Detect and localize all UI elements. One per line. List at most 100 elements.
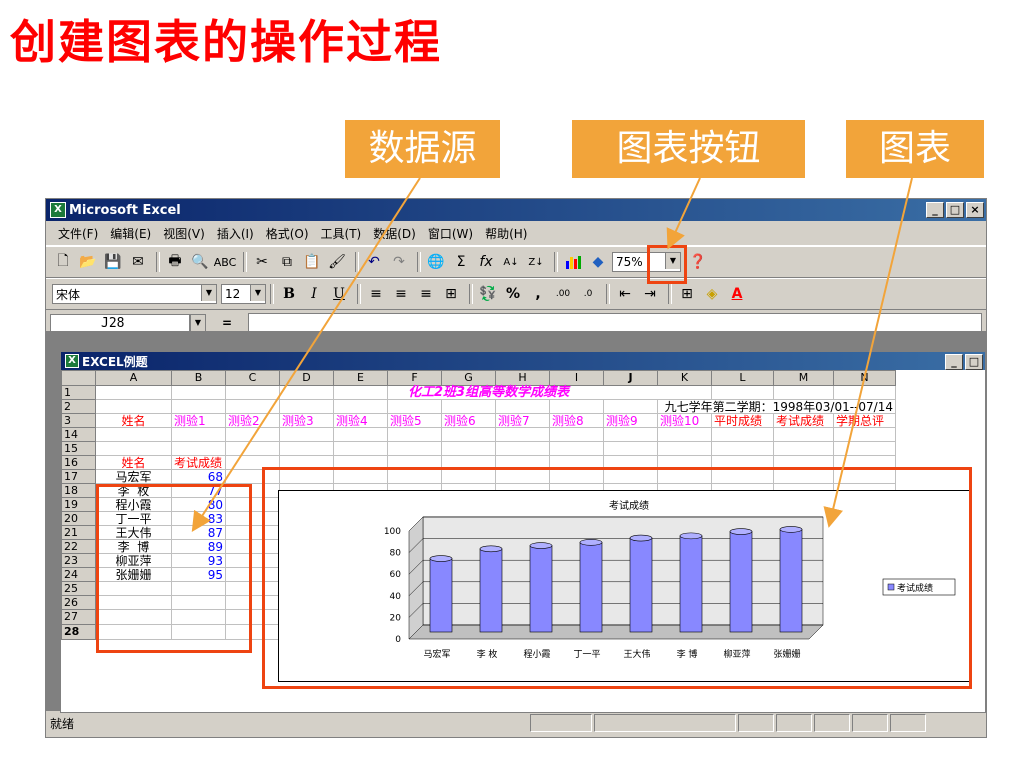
column-header[interactable]: J: [603, 370, 658, 386]
row-header[interactable]: 27: [61, 609, 96, 625]
formula-equals[interactable]: =: [212, 316, 242, 330]
row-header[interactable]: 24: [61, 567, 96, 582]
currency-icon[interactable]: 💱: [477, 283, 499, 305]
column-header[interactable]: C: [225, 370, 280, 386]
column-header[interactable]: M: [773, 370, 834, 386]
row-header[interactable]: 14: [61, 427, 96, 442]
open-icon[interactable]: 📂: [77, 251, 99, 273]
column-header[interactable]: F: [387, 370, 442, 386]
row-header[interactable]: 1: [61, 385, 96, 400]
increase-indent-icon[interactable]: ⇥: [639, 283, 661, 305]
menu-edit[interactable]: 编辑(E): [104, 225, 157, 242]
data-header-score[interactable]: 考试成绩: [171, 455, 226, 470]
maximize-button[interactable]: □: [946, 202, 964, 218]
row-header[interactable]: 2: [61, 399, 96, 414]
email-icon[interactable]: ✉: [127, 251, 149, 273]
increase-decimal-icon[interactable]: .00: [552, 283, 574, 305]
row-header[interactable]: 19: [61, 497, 96, 512]
column-header[interactable]: I: [549, 370, 604, 386]
merge-center-icon[interactable]: ⊞: [440, 283, 462, 305]
decrease-decimal-icon[interactable]: .0: [577, 283, 599, 305]
help-icon[interactable]: ❓: [687, 251, 709, 273]
column-header[interactable]: K: [657, 370, 712, 386]
align-center-icon[interactable]: ≡: [390, 283, 412, 305]
row-header[interactable]: 3: [61, 413, 96, 428]
column-header[interactable]: L: [711, 370, 774, 386]
redo-icon[interactable]: ↷: [388, 251, 410, 273]
menu-window[interactable]: 窗口(W): [422, 225, 479, 242]
name-box[interactable]: J28: [50, 314, 190, 332]
header-cell[interactable]: 测验4: [333, 413, 388, 428]
undo-icon[interactable]: ↶: [363, 251, 385, 273]
header-cell[interactable]: 测验2: [225, 413, 280, 428]
fill-color-icon[interactable]: ◈: [701, 283, 723, 305]
minimize-button[interactable]: _: [926, 202, 944, 218]
print-preview-icon[interactable]: 🔍: [189, 251, 211, 273]
header-cell[interactable]: 考试成绩: [773, 413, 834, 428]
header-cell[interactable]: 测验7: [495, 413, 550, 428]
underline-icon[interactable]: U: [328, 283, 350, 305]
header-cell[interactable]: 学期总评: [833, 413, 896, 428]
format-painter-icon[interactable]: 🖌: [326, 251, 348, 273]
data-header-name[interactable]: 姓名: [95, 455, 172, 470]
row-header[interactable]: 15: [61, 441, 96, 456]
italic-icon[interactable]: I: [303, 283, 325, 305]
header-cell[interactable]: 测验6: [441, 413, 496, 428]
student-name[interactable]: 马宏军: [95, 469, 172, 484]
header-cell[interactable]: 平时成绩: [711, 413, 774, 428]
column-header[interactable]: H: [495, 370, 550, 386]
align-left-icon[interactable]: ≡: [365, 283, 387, 305]
select-all-corner[interactable]: [61, 370, 96, 386]
row-header[interactable]: 17: [61, 469, 96, 484]
cut-icon[interactable]: ✂: [251, 251, 273, 273]
hyperlink-icon[interactable]: 🌐: [425, 251, 447, 273]
menu-insert[interactable]: 插入(I): [211, 225, 260, 242]
close-button[interactable]: ×: [966, 202, 984, 218]
row-header[interactable]: 20: [61, 511, 96, 526]
row-header[interactable]: 26: [61, 595, 96, 610]
paste-icon[interactable]: 📋: [301, 251, 323, 273]
font-name-select[interactable]: 宋体 ▼: [52, 284, 217, 304]
sort-ascending-icon[interactable]: A↓: [500, 251, 522, 273]
menu-data[interactable]: 数据(D): [367, 225, 422, 242]
menu-help[interactable]: 帮助(H): [479, 225, 533, 242]
column-header[interactable]: A: [95, 370, 172, 386]
row-header[interactable]: 21: [61, 525, 96, 540]
workbook-maximize-button[interactable]: □: [965, 354, 983, 370]
autosum-icon[interactable]: Σ: [450, 251, 472, 273]
row-header[interactable]: 16: [61, 455, 96, 470]
font-color-icon[interactable]: A: [726, 283, 748, 305]
row-header[interactable]: 25: [61, 581, 96, 596]
column-header[interactable]: B: [171, 370, 226, 386]
header-cell[interactable]: 测验1: [171, 413, 226, 428]
header-cell[interactable]: 测验3: [279, 413, 334, 428]
spelling-icon[interactable]: ABC: [214, 251, 237, 273]
font-size-select[interactable]: 12 ▼: [221, 284, 266, 304]
menu-format[interactable]: 格式(O): [260, 225, 315, 242]
workbook-minimize-button[interactable]: _: [945, 354, 963, 370]
header-cell[interactable]: 测验9: [603, 413, 658, 428]
menu-tools[interactable]: 工具(T): [315, 225, 368, 242]
drawing-icon[interactable]: ◆: [587, 251, 609, 273]
new-icon[interactable]: 🗋: [52, 251, 74, 273]
header-cell[interactable]: 测验5: [387, 413, 442, 428]
row-header[interactable]: 28: [61, 623, 96, 640]
formula-input[interactable]: [248, 313, 982, 333]
column-header[interactable]: G: [441, 370, 496, 386]
sheet-title[interactable]: 化工2班3组高等数学成绩表: [387, 385, 712, 400]
header-cell[interactable]: 姓名: [95, 413, 172, 428]
chart-wizard-icon[interactable]: [562, 251, 584, 273]
percent-icon[interactable]: %: [502, 283, 524, 305]
function-icon[interactable]: fx: [475, 251, 497, 273]
comma-icon[interactable]: ,: [527, 283, 549, 305]
column-header[interactable]: D: [279, 370, 334, 386]
semester-info[interactable]: 九七学年第二学期：1998年03/01--07/14: [657, 399, 896, 414]
copy-icon[interactable]: ⧉: [276, 251, 298, 273]
row-header[interactable]: 23: [61, 553, 96, 568]
sort-descending-icon[interactable]: Z↓: [525, 251, 547, 273]
align-right-icon[interactable]: ≡: [415, 283, 437, 305]
print-icon[interactable]: 🖶: [164, 251, 186, 273]
student-score[interactable]: 68: [171, 469, 226, 484]
menu-view[interactable]: 视图(V): [157, 225, 211, 242]
column-header[interactable]: N: [833, 370, 896, 386]
